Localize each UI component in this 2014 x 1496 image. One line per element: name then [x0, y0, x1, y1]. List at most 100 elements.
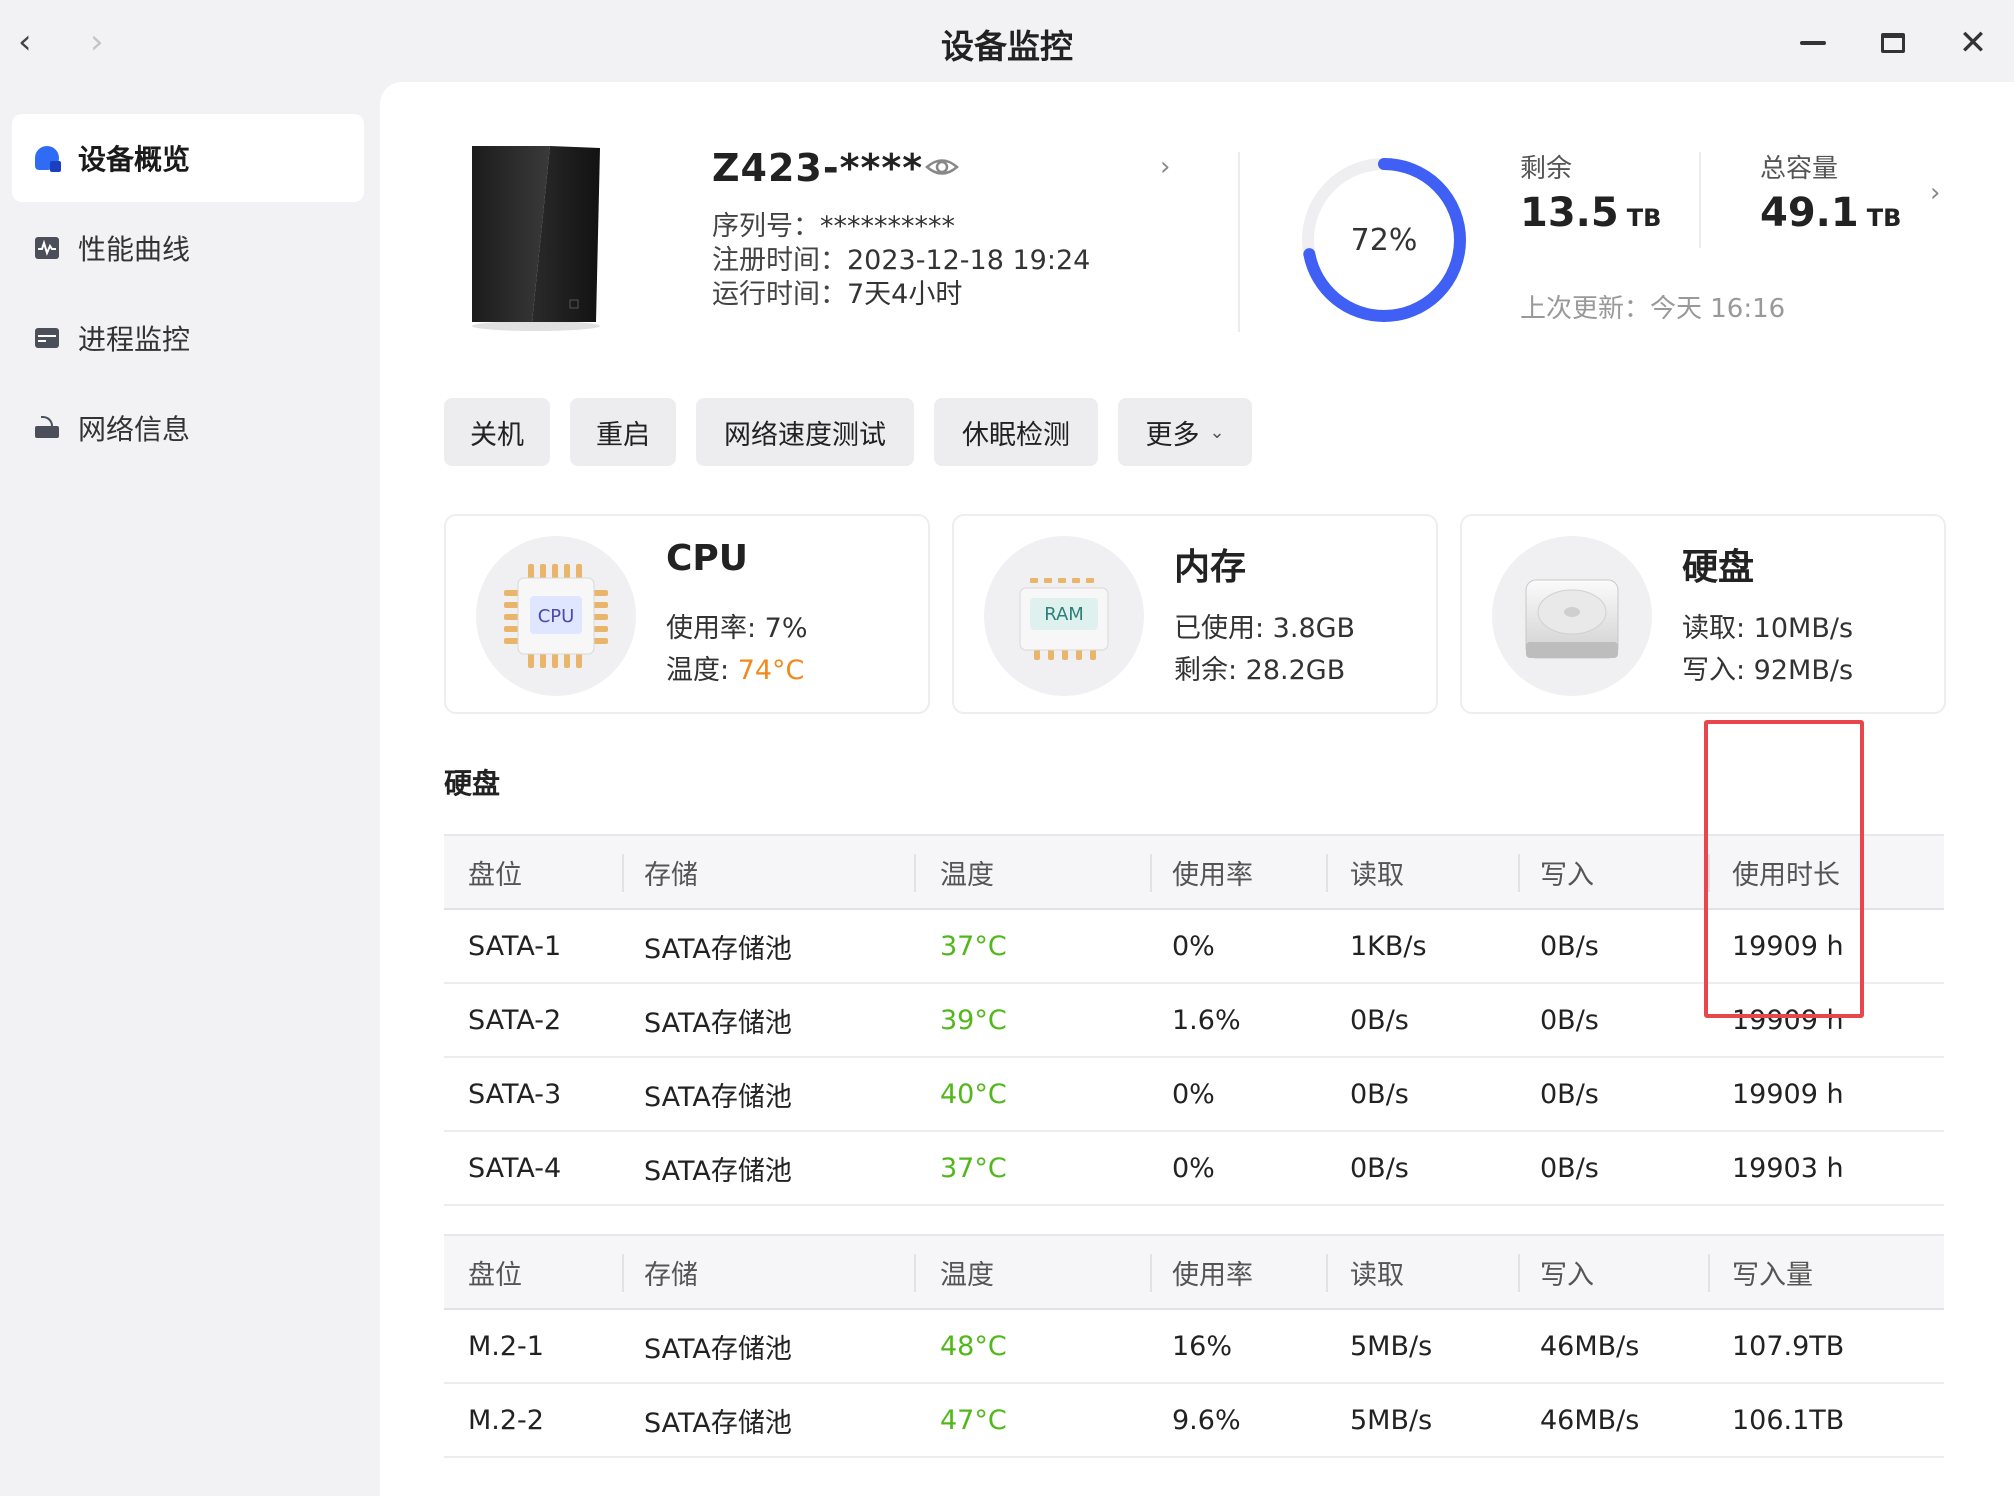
maximize-button[interactable]	[1870, 20, 1916, 66]
memory-used: 已使用: 3.8GB	[1174, 613, 1356, 644]
pool-cell: SATA存储池	[644, 933, 792, 965]
power-on-hours-cell: 19903 h	[1732, 1152, 1844, 1184]
written-total-cell: 106.1TB	[1732, 1404, 1845, 1436]
sidebar-item-label: 进程监控	[78, 323, 191, 356]
table-row: M.2-2 SATA存储池 47°C 9.6% 5MB/s 46MB/s 106…	[444, 1384, 1944, 1458]
disk-write: 写入: 92MB/s	[1682, 655, 1854, 686]
uptime-label: 运行时间：	[712, 279, 847, 310]
maximize-icon	[1881, 33, 1905, 53]
minimize-button[interactable]	[1790, 20, 1836, 66]
written-total-cell: 107.9TB	[1732, 1330, 1845, 1362]
sidebar-item-overview[interactable]: 设备概览	[12, 114, 364, 202]
column-header: 使用率	[1172, 859, 1253, 891]
disk-card[interactable]: 硬盘 读取: 10MB/s 写入: 92MB/s	[1460, 514, 1946, 714]
column-header: 写入	[1540, 859, 1594, 891]
storage-detail-arrow-icon[interactable]: ›	[1930, 178, 1940, 208]
slot-cell: SATA-2	[468, 1004, 562, 1036]
column-header: 存储	[644, 859, 698, 891]
temperature-cell: 39°C	[940, 1004, 1007, 1036]
read-cell: 5MB/s	[1350, 1330, 1433, 1362]
cpu-usage: 使用率: 7%	[666, 613, 808, 644]
last-updated: 上次更新：今天 16:16	[1520, 294, 1786, 324]
usage-cell: 0%	[1172, 1152, 1215, 1184]
usage-cell: 0%	[1172, 930, 1215, 962]
storage-usage-percent: 72%	[1350, 222, 1418, 258]
nas-device-image	[472, 146, 600, 331]
title-bar: ‹ › 设备监控 ✕	[0, 0, 2014, 82]
read-cell: 1KB/s	[1350, 930, 1427, 962]
sidebar-item-label: 性能曲线	[78, 233, 191, 266]
table-header: 盘位 存储 温度 使用率 读取 写入 写入量	[444, 1234, 1944, 1310]
column-header: 读取	[1350, 1259, 1404, 1291]
shutdown-button[interactable]: 关机	[444, 398, 550, 466]
ram-chip-label: RAM	[1044, 604, 1084, 625]
more-label: 更多	[1145, 419, 1200, 451]
write-cell: 0B/s	[1540, 1004, 1599, 1036]
usage-cell: 0%	[1172, 1078, 1215, 1110]
pool-cell: SATA存储池	[644, 1007, 792, 1039]
slot-cell: SATA-4	[468, 1152, 562, 1184]
temperature-cell: 37°C	[940, 1152, 1007, 1184]
sidebar-item-network[interactable]: 网络信息	[12, 384, 364, 472]
usage-cell: 9.6%	[1172, 1404, 1241, 1436]
memory-card[interactable]: RAM 内存 已使用: 3.8GB 剩余: 28.2GB	[952, 514, 1438, 714]
cpu-chip-label: CPU	[538, 606, 575, 627]
power-on-hours-cell: 19909 h	[1732, 1078, 1844, 1110]
sidebar-item-performance[interactable]: 性能曲线	[12, 204, 364, 292]
slot-cell: SATA-1	[468, 930, 562, 962]
restart-button[interactable]: 重启	[570, 398, 676, 466]
sidebar-item-label: 设备概览	[78, 143, 191, 176]
column-header: 写入量	[1732, 1259, 1813, 1291]
sleep-check-button[interactable]: 休眠检测	[934, 398, 1098, 466]
write-cell: 46MB/s	[1540, 1404, 1640, 1436]
sidebar-item-process[interactable]: 进程监控	[12, 294, 364, 382]
column-header: 存储	[644, 1259, 698, 1291]
temperature-cell: 48°C	[940, 1330, 1007, 1362]
close-button[interactable]: ✕	[1950, 20, 1996, 66]
pool-cell: SATA存储池	[644, 1081, 792, 1113]
column-header: 盘位	[468, 1259, 522, 1291]
memory-title: 内存	[1174, 547, 1247, 588]
device-name: Z423-****	[712, 146, 924, 190]
remaining-label: 剩余	[1520, 154, 1573, 184]
read-cell: 0B/s	[1350, 1152, 1409, 1184]
cpu-card[interactable]: CPU CPU 使用率: 7% 温度: 74°C	[444, 514, 930, 714]
read-cell: 5MB/s	[1350, 1404, 1433, 1436]
total-capacity-value: 49.1 TB	[1760, 190, 1902, 236]
pool-cell: SATA存储池	[644, 1407, 792, 1439]
network-speed-test-button[interactable]: 网络速度测试	[696, 398, 914, 466]
table-row: M.2-1 SATA存储池 48°C 16% 5MB/s 46MB/s 107.…	[444, 1310, 1944, 1384]
temperature-cell: 37°C	[940, 930, 1007, 962]
main-panel: Z423-**** › 序列号：********** 注册时间：2023-12-…	[380, 82, 2014, 1496]
pool-cell: SATA存储池	[644, 1333, 792, 1365]
cpu-chip-icon: CPU	[476, 536, 636, 696]
network-router-icon	[35, 416, 59, 438]
device-detail-arrow-icon[interactable]: ›	[1160, 152, 1170, 182]
slot-cell: M.2-2	[468, 1404, 544, 1436]
usage-cell: 16%	[1172, 1330, 1233, 1362]
write-cell: 0B/s	[1540, 1078, 1599, 1110]
write-cell: 0B/s	[1540, 1152, 1599, 1184]
cpu-temp-value: 74°C	[737, 655, 805, 686]
column-header: 读取	[1350, 859, 1404, 891]
column-header: 写入	[1540, 1259, 1594, 1291]
read-cell: 0B/s	[1350, 1004, 1409, 1036]
power-on-hours-highlight-box	[1704, 720, 1864, 1018]
eye-icon[interactable]	[924, 152, 960, 182]
disk-title: 硬盘	[1682, 547, 1755, 588]
process-monitor-icon	[35, 328, 59, 348]
table-row: SATA-4 SATA存储池 37°C 0% 0B/s 0B/s 19903 h	[444, 1132, 1944, 1206]
column-header: 盘位	[468, 859, 522, 891]
more-dropdown-button[interactable]: 更多 ⌄	[1118, 398, 1252, 466]
disk-section-title: 硬盘	[444, 767, 501, 800]
ram-chip-icon: RAM	[984, 536, 1144, 696]
read-cell: 0B/s	[1350, 1078, 1409, 1110]
remaining-value: 13.5 TB	[1520, 190, 1662, 236]
slot-cell: M.2-1	[468, 1330, 544, 1362]
cpu-temperature: 温度: 74°C	[666, 655, 805, 686]
memory-free: 剩余: 28.2GB	[1174, 655, 1346, 686]
chevron-down-icon: ⌄	[1209, 421, 1225, 443]
usage-cell: 1.6%	[1172, 1004, 1241, 1036]
uptime-line: 运行时间：7天4小时	[712, 272, 962, 311]
header-divider	[1238, 152, 1240, 332]
